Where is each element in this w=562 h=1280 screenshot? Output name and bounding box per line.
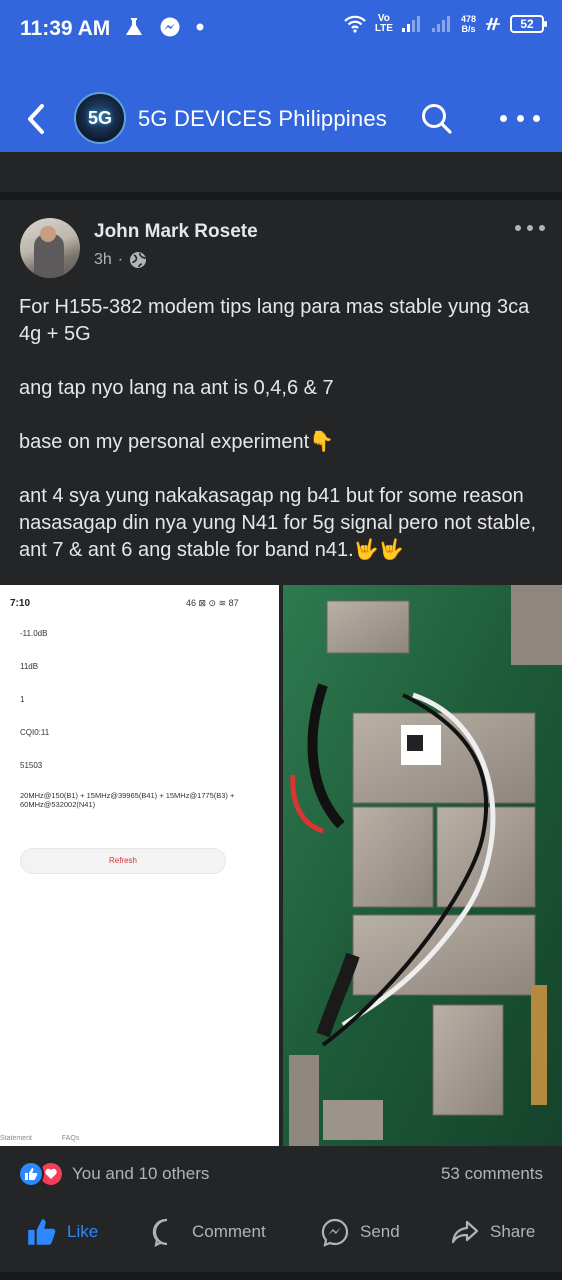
group-title[interactable]: 5G DEVICES Philippines	[138, 106, 387, 132]
post-options-icon[interactable]	[515, 225, 545, 233]
screenshot-value: CQI0:11	[20, 728, 50, 737]
data-transfer-icon	[486, 17, 500, 31]
post-paragraph: For H155-382 modem tips lang para mas st…	[19, 296, 530, 345]
screenshot-value: 11dB	[20, 662, 39, 671]
screenshot-value: 51503	[20, 761, 43, 770]
group-avatar-text: 5G	[87, 107, 112, 128]
like-label: Like	[67, 1222, 99, 1241]
network-speed-value: 478	[460, 14, 476, 24]
globe-icon	[130, 252, 147, 268]
comment-icon	[152, 1218, 168, 1247]
share-icon	[451, 1220, 479, 1244]
post-paragraph: base on my personal experiment👇	[19, 431, 335, 453]
screenshot-value: 1	[20, 695, 25, 704]
reactions-summary[interactable]: You and 10 others	[18, 1160, 209, 1188]
wifi-icon	[344, 15, 366, 33]
like-button[interactable]: Like	[25, 1216, 98, 1248]
post-meta: 3h ·	[94, 251, 147, 269]
meta-separator: ·	[117, 251, 124, 268]
send-button[interactable]: Send	[320, 1217, 400, 1247]
app-header: 11:39 AM Vo LTE 478 B/s 52 5G 5G DEVICES…	[0, 0, 562, 152]
previous-share-label: Share	[490, 150, 536, 169]
thumbs-up-icon	[28, 1219, 56, 1245]
signal-strength-2-icon	[431, 16, 450, 32]
previous-send-label: Send	[360, 150, 400, 169]
network-speed: 478 B/s	[461, 14, 476, 34]
back-arrow-icon[interactable]	[22, 102, 52, 136]
reactions-text: You and 10 others	[72, 1164, 210, 1183]
status-right-group: Vo LTE 478 B/s 52	[343, 14, 547, 34]
comment-label: Comment	[192, 1222, 266, 1241]
notification-dot-icon	[196, 23, 204, 31]
search-icon[interactable]	[420, 102, 454, 136]
post-author[interactable]: John Mark Rosete	[94, 221, 258, 243]
screenshot-bands: 20MHz@150(B1) + 15MHz@39965(B41) + 15MHz…	[20, 791, 235, 809]
messenger-icon	[160, 17, 180, 37]
volte-label: Vo LTE	[375, 14, 393, 34]
status-bar: 11:39 AM Vo LTE 478 B/s 52	[0, 0, 562, 60]
like-reaction-icon	[18, 1161, 44, 1187]
bottom-divider	[0, 1272, 562, 1280]
screenshot-refresh-button: Refresh	[20, 848, 226, 874]
send-label: Send	[360, 1222, 400, 1241]
messenger-send-icon	[321, 1218, 349, 1247]
flask-icon	[126, 18, 142, 35]
screenshot-status-icons: 46 ⊠ ⊙ ≋ 87	[186, 598, 239, 608]
share-button[interactable]: Share	[450, 1217, 535, 1247]
screenshot-footer-right: FAQs	[61, 1135, 80, 1142]
status-notification-icons	[123, 16, 205, 38]
author-avatar[interactable]	[20, 218, 80, 278]
comment-button[interactable]: Comment	[152, 1217, 266, 1247]
post-action-bar: Like Comment Send Share	[0, 1212, 562, 1252]
signal-strength-icon	[401, 16, 420, 32]
status-time: 11:39 AM	[20, 17, 111, 40]
comments-count[interactable]: 53 comments	[441, 1164, 543, 1184]
battery-indicator: 52	[510, 15, 547, 33]
previous-like-label: Like	[65, 150, 97, 169]
screenshot-footer-left: Statement	[0, 1135, 32, 1142]
post-body: For H155-382 modem tips lang para mas st…	[19, 294, 549, 591]
modem-board-illustration	[283, 585, 562, 1146]
screenshot-value: -11.0dB	[20, 629, 48, 638]
volte-bottom: LTE	[374, 23, 393, 34]
post-paragraph: ang tap nyo lang na ant is 0,4,6 & 7	[19, 377, 334, 399]
screenshot-time: 7:10	[10, 598, 31, 609]
more-options-icon[interactable]	[500, 108, 540, 128]
post-divider	[0, 192, 562, 200]
attached-modem-photo[interactable]	[283, 585, 562, 1146]
group-bar: 5G 5G DEVICES Philippines	[0, 88, 562, 152]
attached-screenshot-image[interactable]: 7:10 46 ⊠ ⊙ ≋ 87 -11.0dB 11dB 1 CQI0:11 …	[0, 585, 279, 1146]
previous-comment-label: Comment	[192, 150, 266, 169]
share-label: Share	[490, 1222, 536, 1241]
screenshot-footer: Statement FAQs	[0, 1135, 279, 1142]
post-paragraph: ant 4 sya yung nakakasagap ng b41 but fo…	[19, 485, 537, 561]
group-avatar[interactable]: 5G	[74, 92, 126, 144]
network-speed-unit: B/s	[461, 24, 476, 34]
post-time[interactable]: 3h	[94, 251, 112, 269]
